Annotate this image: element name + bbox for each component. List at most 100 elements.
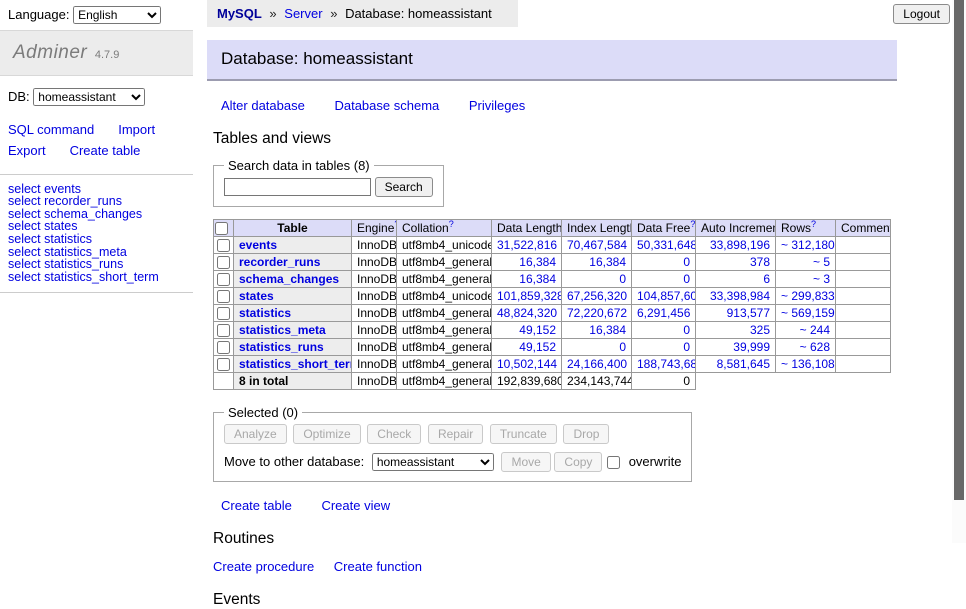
data-length-link[interactable]: 48,824,320	[497, 306, 557, 320]
rows-count-link[interactable]: ~ 5	[813, 255, 830, 269]
rows-count-link[interactable]: ~ 3	[813, 272, 830, 286]
sql-command-link[interactable]: SQL command	[8, 122, 94, 137]
select-table-link[interactable]: select recorder_runs	[8, 195, 185, 208]
index-length-link[interactable]: 24,166,400	[567, 357, 627, 371]
check-button[interactable]: Check	[367, 424, 421, 444]
data-free-link[interactable]: 50,331,648	[637, 238, 696, 252]
table-name-link[interactable]: statistics_short_term	[239, 357, 352, 371]
auto-increment-link[interactable]: 378	[750, 255, 770, 269]
select-all-checkbox[interactable]	[215, 222, 228, 235]
data-free-cell: 0	[632, 254, 696, 271]
data-free-link[interactable]: 0	[683, 340, 690, 354]
analyze-button[interactable]: Analyze	[224, 424, 287, 444]
create-table-link[interactable]: Create table	[221, 498, 292, 513]
data-free-link[interactable]: 0	[683, 255, 690, 269]
tables-and-views-heading: Tables and views	[213, 130, 954, 148]
select-table-link[interactable]: select statistics_short_term	[8, 271, 185, 284]
auto-increment-cell: 913,577	[696, 305, 776, 322]
table-name-link[interactable]: statistics	[239, 306, 291, 320]
repair-button[interactable]: Repair	[428, 424, 483, 444]
select-table-link[interactable]: select statistics_runs	[8, 258, 185, 271]
search-button[interactable]: Search	[375, 177, 433, 197]
index-length-link[interactable]: 16,384	[589, 255, 626, 269]
table-name-link[interactable]: schema_changes	[239, 272, 339, 286]
table-name-link[interactable]: recorder_runs	[239, 255, 320, 269]
table-name-link[interactable]: statistics_runs	[239, 340, 324, 354]
collation-help-link[interactable]: ?	[449, 220, 454, 230]
rows-count-link[interactable]: ~ 136,108	[781, 357, 835, 371]
breadcrumb-mysql-link[interactable]: MySQL	[217, 6, 262, 21]
breadcrumb-server-link[interactable]: Server	[284, 6, 322, 21]
privileges-link[interactable]: Privileges	[469, 98, 525, 113]
move-database-select[interactable]: homeassistant	[372, 453, 494, 471]
data-free-link[interactable]: 6,291,456	[637, 306, 690, 320]
data-length-link[interactable]: 16,384	[519, 272, 556, 286]
index-length-link[interactable]: 70,467,584	[567, 238, 627, 252]
auto-increment-link[interactable]: 8,581,645	[717, 357, 770, 371]
auto-increment-link[interactable]: 33,398,984	[710, 289, 770, 303]
table-name-link[interactable]: events	[239, 238, 277, 252]
alter-database-link[interactable]: Alter database	[221, 98, 305, 113]
db-select[interactable]: homeassistant	[33, 88, 145, 106]
data-free-link[interactable]: 0	[683, 272, 690, 286]
table-name-cell: events	[234, 237, 352, 254]
data-length-link[interactable]: 101,859,328	[497, 289, 562, 303]
rows-count-link[interactable]: ~ 628	[800, 340, 830, 354]
import-link[interactable]: Import	[118, 122, 155, 137]
data-free-link[interactable]: 104,857,600	[637, 289, 696, 303]
move-button[interactable]: Move	[501, 452, 550, 472]
rows-count-link[interactable]: ~ 312,180	[781, 238, 835, 252]
row-select-checkbox[interactable]	[217, 307, 230, 320]
create-table-sidebar-link[interactable]: Create table	[70, 143, 141, 158]
auto-increment-link[interactable]: 913,577	[727, 306, 770, 320]
row-select-checkbox[interactable]	[217, 239, 230, 252]
create-procedure-link[interactable]: Create procedure	[213, 559, 314, 574]
row-select-checkbox[interactable]	[217, 341, 230, 354]
data-length-link[interactable]: 49,152	[519, 340, 556, 354]
row-select-checkbox[interactable]	[217, 256, 230, 269]
rows-count-link[interactable]: ~ 299,833	[781, 289, 835, 303]
database-schema-link[interactable]: Database schema	[334, 98, 439, 113]
truncate-button[interactable]: Truncate	[490, 424, 557, 444]
index-length-link[interactable]: 0	[619, 272, 626, 286]
create-function-link[interactable]: Create function	[334, 559, 422, 574]
index-length-link[interactable]: 0	[619, 340, 626, 354]
logout-button[interactable]: Logout	[893, 4, 950, 24]
rows-count-link[interactable]: ~ 244	[800, 323, 830, 337]
data-length-link[interactable]: 31,522,816	[497, 238, 557, 252]
table-name-link[interactable]: statistics_meta	[239, 323, 326, 337]
row-select-checkbox[interactable]	[217, 324, 230, 337]
select-table-link[interactable]: select statistics	[8, 233, 185, 246]
data-length-link[interactable]: 10,502,144	[497, 357, 557, 371]
data-free-link[interactable]: 0	[683, 323, 690, 337]
total-data-length-cell: 192,839,680	[492, 373, 562, 390]
index-length-link[interactable]: 16,384	[589, 323, 626, 337]
row-select-checkbox[interactable]	[217, 273, 230, 286]
rows-count-link[interactable]: ~ 569,159	[781, 306, 835, 320]
overwrite-checkbox[interactable]	[607, 456, 620, 469]
auto-increment-link[interactable]: 325	[750, 323, 770, 337]
create-view-link[interactable]: Create view	[321, 498, 390, 513]
data-length-link[interactable]: 16,384	[519, 255, 556, 269]
data-free-help-link[interactable]: ?	[690, 220, 695, 230]
index-length-link[interactable]: 72,220,672	[567, 306, 627, 320]
language-select[interactable]: English	[73, 6, 161, 24]
drop-button[interactable]: Drop	[563, 424, 609, 444]
rows-help-link[interactable]: ?	[811, 220, 816, 230]
scrollbar-track[interactable]	[952, 0, 966, 543]
row-select-checkbox[interactable]	[217, 358, 230, 371]
data-length-link[interactable]: 49,152	[519, 323, 556, 337]
copy-button[interactable]: Copy	[554, 452, 602, 472]
index-length-link[interactable]: 67,256,320	[567, 289, 627, 303]
scrollbar-thumb[interactable]	[954, 0, 964, 500]
row-select-checkbox[interactable]	[217, 290, 230, 303]
auto-increment-cell: 325	[696, 322, 776, 339]
search-input[interactable]	[224, 178, 371, 196]
auto-increment-link[interactable]: 6	[763, 272, 770, 286]
auto-increment-link[interactable]: 33,898,196	[710, 238, 770, 252]
data-free-link[interactable]: 188,743,680	[637, 357, 696, 371]
table-name-link[interactable]: states	[239, 289, 274, 303]
auto-increment-link[interactable]: 39,999	[733, 340, 770, 354]
optimize-button[interactable]: Optimize	[293, 424, 360, 444]
export-link[interactable]: Export	[8, 143, 46, 158]
